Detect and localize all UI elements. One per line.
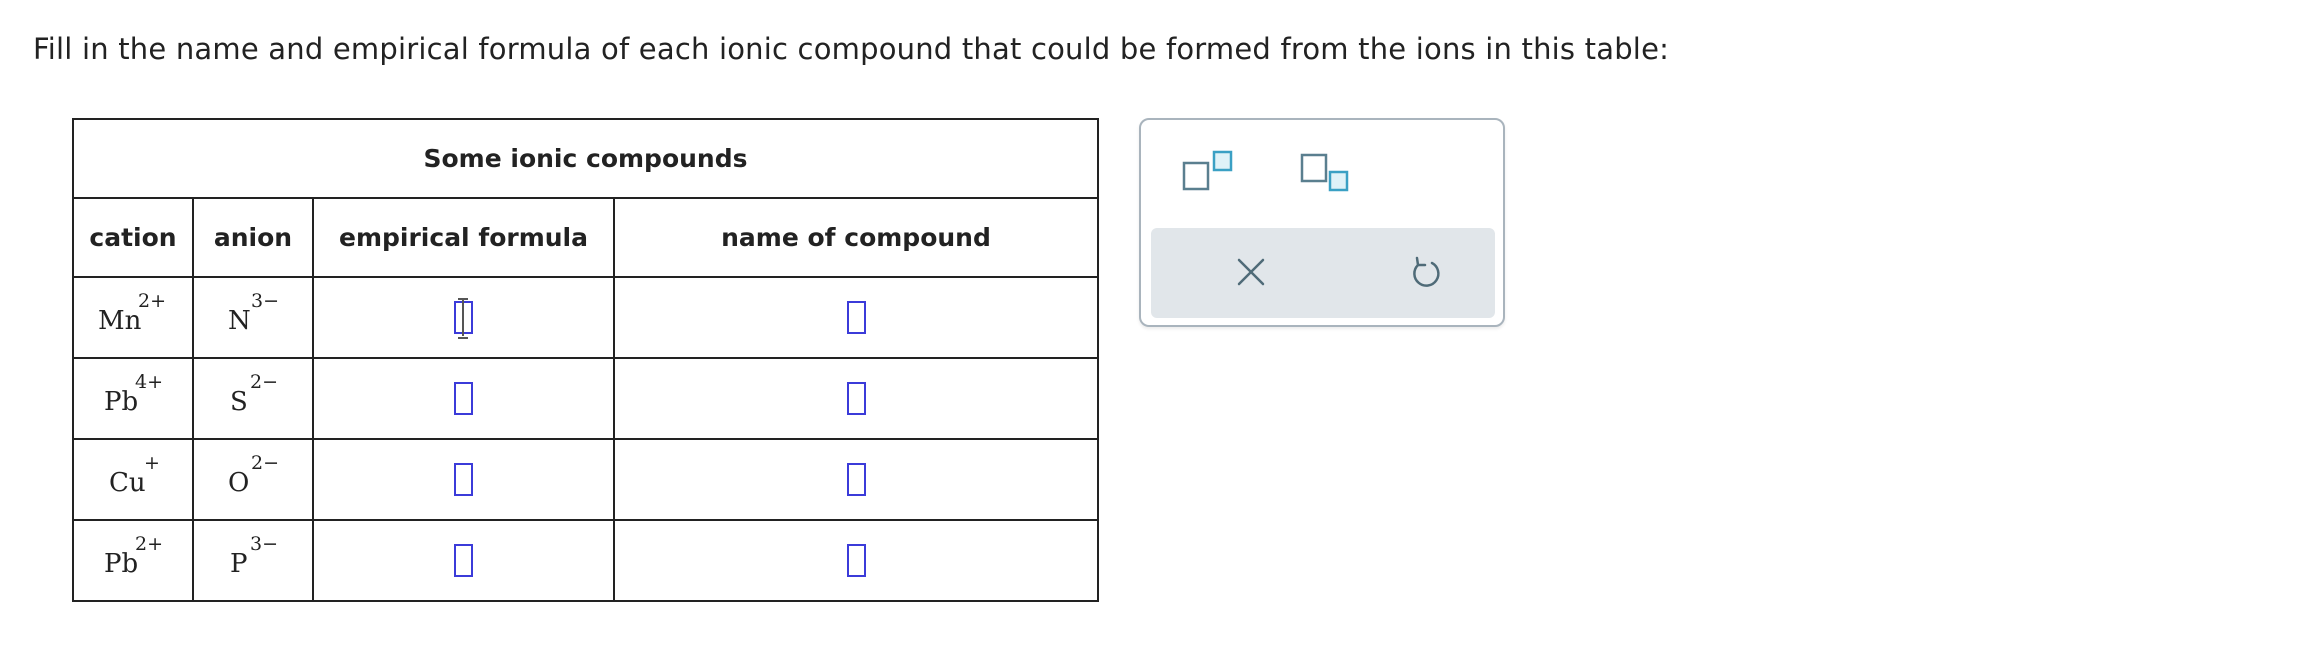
header-name-of-compound: name of compound xyxy=(613,197,1099,278)
formula-palette xyxy=(1139,118,1505,327)
undo-icon[interactable] xyxy=(1405,252,1445,292)
formula-cell xyxy=(312,357,615,440)
close-icon[interactable] xyxy=(1231,252,1271,292)
formula-input[interactable] xyxy=(454,298,473,339)
formula-cell xyxy=(312,519,615,602)
cation-charge: + xyxy=(144,452,160,474)
name-cell xyxy=(613,357,1099,440)
formula-input[interactable] xyxy=(454,544,473,577)
ionic-compounds-table: Some ionic compounds cation anion empiri… xyxy=(72,118,1099,602)
cation-charge: 2+ xyxy=(138,290,167,312)
cation-symbol: Mn xyxy=(98,306,142,336)
cation-cell: Mn 2+ xyxy=(72,276,194,359)
table-caption: Some ionic compounds xyxy=(72,118,1099,199)
anion-cell: O 2− xyxy=(192,438,314,521)
compound-name-input[interactable] xyxy=(846,463,866,496)
cation-symbol: Pb xyxy=(104,549,139,579)
header-row: cation anion empirical formula name of c… xyxy=(72,197,1099,278)
name-cell xyxy=(613,276,1099,359)
anion-charge: 3− xyxy=(251,290,280,312)
superscript-icon[interactable] xyxy=(1181,150,1235,192)
table-row: Pb 2+ P 3− xyxy=(72,519,1099,602)
compound-name-input[interactable] xyxy=(846,301,866,334)
cation-charge: 4+ xyxy=(135,371,164,393)
anion-symbol: P xyxy=(230,549,248,579)
formula-cell xyxy=(312,438,615,521)
anion-charge: 2− xyxy=(250,371,279,393)
formula-input[interactable] xyxy=(454,382,473,415)
compound-name-input[interactable] xyxy=(846,382,866,415)
cation-charge: 2+ xyxy=(135,533,164,555)
anion-cell: P 3− xyxy=(192,519,314,602)
header-empirical-formula: empirical formula xyxy=(312,197,615,278)
table-row: Pb 4+ S 2− xyxy=(72,357,1099,440)
header-anion: anion xyxy=(192,197,314,278)
anion-symbol: S xyxy=(230,387,248,417)
anion-symbol: N xyxy=(228,306,251,336)
anion-charge: 3− xyxy=(250,533,279,555)
cation-symbol: Cu xyxy=(109,468,146,498)
formula-input[interactable] xyxy=(454,463,473,496)
table-row: Mn 2+ N 3− xyxy=(72,276,1099,359)
palette-action-bar xyxy=(1151,228,1495,318)
instruction-text: Fill in the name and empirical formula o… xyxy=(33,32,1670,66)
header-cation: cation xyxy=(72,197,194,278)
cation-cell: Pb 4+ xyxy=(72,357,194,440)
compound-name-input[interactable] xyxy=(846,544,866,577)
anion-cell: S 2− xyxy=(192,357,314,440)
name-cell xyxy=(613,438,1099,521)
subscript-icon[interactable] xyxy=(1299,153,1353,195)
anion-cell: N 3− xyxy=(192,276,314,359)
cation-symbol: Pb xyxy=(104,387,139,417)
anion-symbol: O xyxy=(228,468,250,498)
name-cell xyxy=(613,519,1099,602)
formula-cell xyxy=(312,276,615,359)
cation-cell: Cu + xyxy=(72,438,194,521)
page: Fill in the name and empirical formula o… xyxy=(0,0,2310,652)
cation-cell: Pb 2+ xyxy=(72,519,194,602)
table-row: Cu + O 2− xyxy=(72,438,1099,521)
anion-charge: 2− xyxy=(251,452,280,474)
